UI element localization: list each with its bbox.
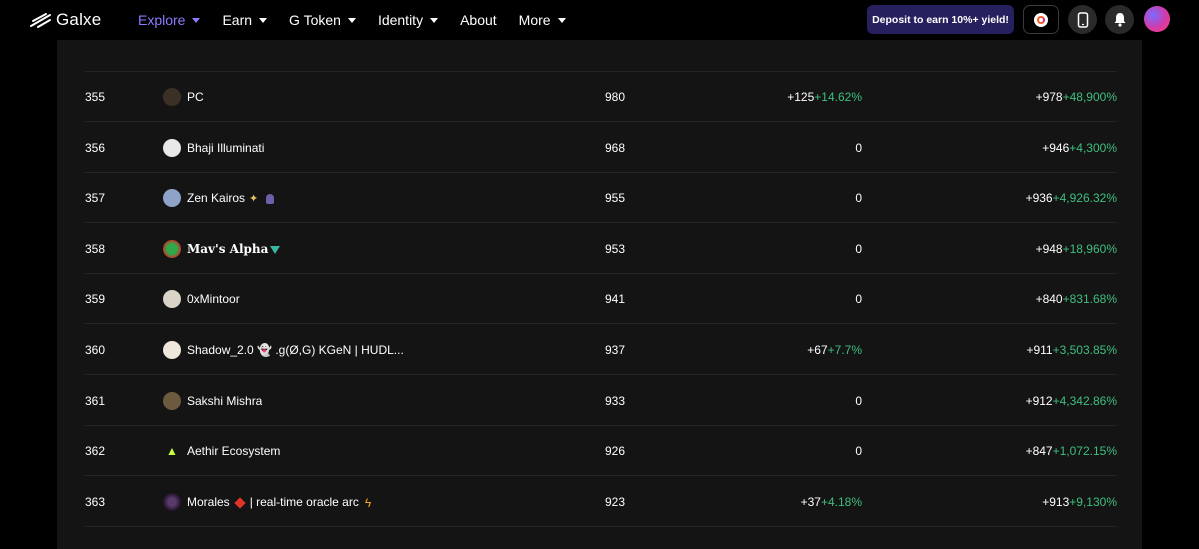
- mobile-app-button[interactable]: [1068, 5, 1097, 34]
- change: 0: [855, 242, 862, 256]
- nav-earn[interactable]: Earn: [222, 12, 268, 28]
- table-row[interactable]: 360 Shadow_2.0 👻 .g(Ø,G) KGeN | HUDL... …: [85, 325, 1117, 375]
- avatar: [163, 139, 181, 157]
- avatar: [163, 240, 181, 258]
- change: 0: [855, 394, 862, 408]
- notifications-button[interactable]: [1105, 5, 1134, 34]
- rank: 363: [85, 495, 106, 509]
- user-name[interactable]: PC: [187, 72, 204, 122]
- rank: 357: [85, 191, 106, 205]
- nav-menu: Explore Earn G Token Identity About More: [138, 0, 588, 40]
- bell-icon: [1114, 13, 1125, 27]
- aethir-logo-icon: ▲: [163, 442, 181, 460]
- user-name[interactable]: 0xMintoor: [187, 274, 240, 324]
- ninja-icon: [266, 193, 275, 204]
- table-row[interactable]: 355 PC 980 +125+14.62% +978+48,900%: [85, 72, 1117, 122]
- leaderboard-panel: 355 PC 980 +125+14.62% +978+48,900% 356 …: [57, 0, 1142, 549]
- rank: 356: [85, 141, 106, 155]
- points: 923: [605, 495, 626, 509]
- avatar: [163, 493, 181, 511]
- nav-more[interactable]: More: [519, 12, 566, 28]
- points: 980: [605, 90, 626, 104]
- chevron-down-icon: [347, 18, 356, 23]
- total-change: +847+1,072.15%: [1025, 444, 1117, 458]
- change: 0: [855, 292, 862, 306]
- points: 953: [605, 242, 626, 256]
- points: 933: [605, 394, 626, 408]
- change: 0: [855, 191, 862, 205]
- table-row[interactable]: 358 Mav's Alpha 953 0 +948+18,960%: [85, 224, 1117, 274]
- points: 955: [605, 191, 626, 205]
- logo-text: Galxe: [56, 10, 102, 29]
- diamond-icon: [234, 497, 246, 509]
- nav-about-label: About: [460, 12, 497, 28]
- total-change: +978+48,900%: [1035, 90, 1117, 104]
- total-change: +946+4,300%: [1042, 141, 1117, 155]
- total-change: +911+3,503.85%: [1026, 343, 1117, 357]
- change: 0: [855, 444, 862, 458]
- points: 941: [605, 292, 626, 306]
- total-change: +948+18,960%: [1035, 242, 1117, 256]
- top-navigation: Galxe Explore Earn G Token Identity Abou…: [0, 0, 1199, 40]
- points: 926: [605, 444, 626, 458]
- avatar: [163, 88, 181, 106]
- points: 968: [605, 141, 626, 155]
- chevron-down-icon: [192, 18, 201, 23]
- table-row[interactable]: 357 Zen Kairos ✦ 955 0 +936+4,926.32%: [85, 173, 1117, 223]
- avatar: [163, 341, 181, 359]
- points: 937: [605, 343, 626, 357]
- total-change: +936+4,926.32%: [1025, 191, 1117, 205]
- nav-about[interactable]: About: [460, 12, 497, 28]
- gem-icon: [270, 245, 281, 254]
- galxe-g-button[interactable]: [1023, 5, 1059, 34]
- rank: 362: [85, 444, 106, 458]
- table-row[interactable]: 359 0xMintoor 941 0 +840+831.68%: [85, 274, 1117, 324]
- change: 0: [855, 141, 862, 155]
- galxe-logo[interactable]: Galxe: [30, 9, 101, 31]
- wand-icon: ✦: [249, 192, 259, 205]
- rank: 355: [85, 90, 106, 104]
- nav-more-label: More: [518, 12, 551, 28]
- nav-explore[interactable]: Explore: [138, 12, 201, 28]
- avatar: [163, 290, 181, 308]
- user-name[interactable]: Mav's Alpha: [187, 224, 281, 274]
- nav-g-token-label: G Token: [289, 12, 341, 28]
- total-change: +913+9,130%: [1042, 495, 1117, 509]
- deposit-button[interactable]: Deposit to earn 10%+ yield!: [867, 5, 1014, 34]
- user-name[interactable]: Bhaji Illuminati: [187, 123, 264, 173]
- table-row[interactable]: 363 Morales | real-time oracle arc ϟ 923 +…: [85, 477, 1117, 527]
- table-row[interactable]: 362 ▲ Aethir Ecosystem 926 0 +847+1,072.…: [85, 426, 1117, 476]
- rank: 359: [85, 292, 106, 306]
- lightning-icon: ϟ: [364, 495, 372, 510]
- user-name[interactable]: Sakshi Mishra: [187, 376, 262, 426]
- change: +67+7.7%: [807, 343, 862, 357]
- user-name[interactable]: Morales | real-time oracle arc ϟ: [187, 477, 371, 527]
- total-change: +912+4,342.86%: [1025, 394, 1117, 408]
- galxe-g-icon: [1034, 12, 1048, 27]
- avatar: [163, 392, 181, 410]
- change: +125+14.62%: [787, 90, 862, 104]
- rank: 358: [85, 242, 106, 256]
- chevron-down-icon: [259, 18, 268, 23]
- table-row[interactable]: 356 Bhaji Illuminati 968 0 +946+4,300%: [85, 123, 1117, 173]
- nav-identity-label: Identity: [377, 12, 424, 28]
- nav-explore-label: Explore: [138, 12, 186, 28]
- nav-identity[interactable]: Identity: [377, 12, 439, 28]
- rank: 360: [85, 343, 106, 357]
- user-name[interactable]: Zen Kairos ✦: [187, 173, 275, 223]
- total-change: +840+831.68%: [1035, 292, 1117, 306]
- nav-earn-label: Earn: [222, 12, 253, 28]
- change: +37+4.18%: [800, 495, 862, 509]
- phone-icon: [1077, 11, 1088, 28]
- galxe-logo-icon: [30, 13, 51, 28]
- chevron-down-icon: [557, 18, 566, 23]
- table-row[interactable]: 361 Sakshi Mishra 933 0 +912+4,342.86%: [85, 376, 1117, 426]
- rank: 361: [85, 394, 106, 408]
- avatar: [163, 189, 181, 207]
- user-name[interactable]: Shadow_2.0 👻 .g(Ø,G) KGeN | HUDL...: [187, 325, 404, 375]
- chevron-down-icon: [430, 18, 439, 23]
- user-avatar[interactable]: [1144, 6, 1170, 32]
- user-name[interactable]: Aethir Ecosystem: [187, 426, 280, 476]
- nav-g-token[interactable]: G Token: [289, 12, 356, 28]
